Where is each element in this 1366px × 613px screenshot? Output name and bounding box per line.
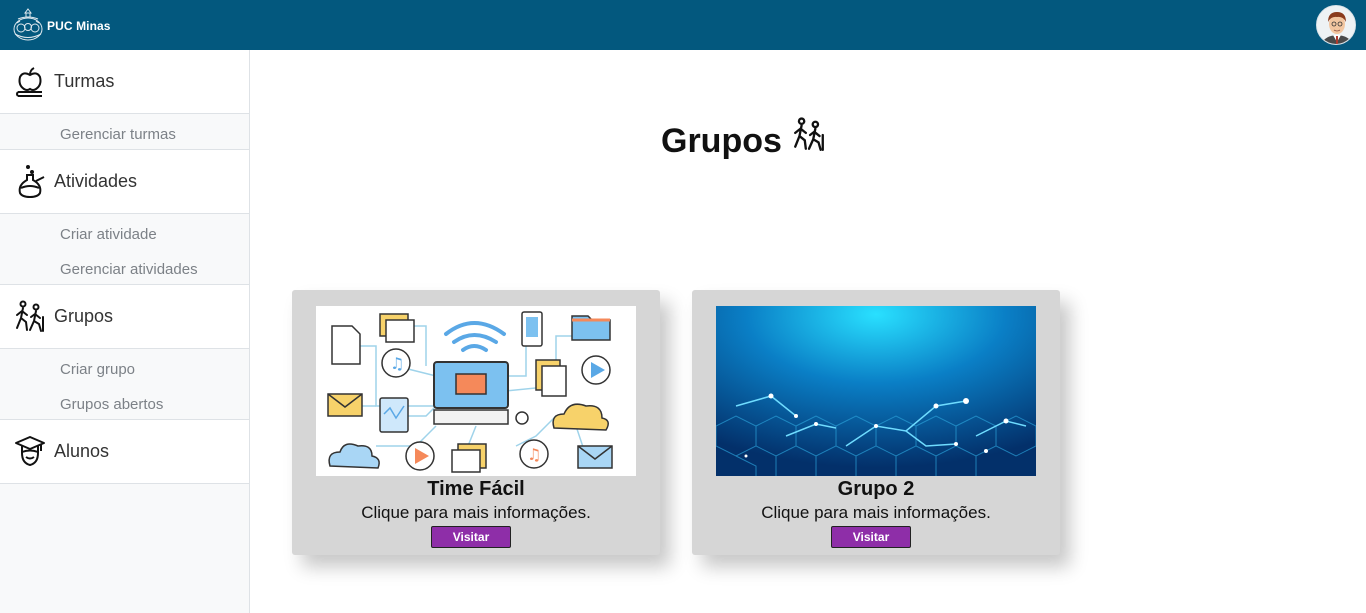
- page-title-text: Grupos: [661, 122, 782, 160]
- sidebar-submenu-turmas: Gerenciar turmas: [0, 114, 249, 150]
- sidebar: Turmas Gerenciar turmas Atividades Criar…: [0, 50, 250, 613]
- sidebar-item-criar-atividade[interactable]: Criar atividade: [0, 223, 249, 258]
- svg-text:♫: ♫: [527, 445, 541, 464]
- visit-button[interactable]: Visitar: [831, 526, 911, 548]
- flask-icon: [14, 164, 46, 199]
- graduate-icon: [14, 435, 46, 469]
- sidebar-section-grupos[interactable]: Grupos: [0, 285, 249, 349]
- sidebar-section-label: Turmas: [54, 71, 115, 91]
- sidebar-item-criar-grupo[interactable]: Criar grupo: [0, 358, 249, 393]
- card-title: Grupo 2: [837, 478, 915, 500]
- card-description: Clique para mais informações.: [761, 503, 991, 522]
- group-card[interactable]: Grupo 2 Clique para mais informações. Vi…: [692, 290, 1060, 555]
- sidebar-submenu-grupos: Criar grupo Grupos abertos: [0, 349, 249, 420]
- logo[interactable]: PUC Minas: [11, 7, 111, 42]
- card-description: Clique para mais informações.: [361, 503, 591, 522]
- user-avatar-icon[interactable]: [1316, 5, 1356, 45]
- apple-book-icon: [14, 65, 46, 99]
- top-bar: PUC Minas: [0, 0, 1366, 50]
- group-card[interactable]: ♫ ♫ Time Fácil Clique para mais informaç…: [292, 290, 660, 555]
- sidebar-section-alunos[interactable]: Alunos: [0, 420, 249, 484]
- sidebar-submenu-atividades: Criar atividade Gerenciar atividades: [0, 214, 249, 285]
- sidebar-section-label: Atividades: [54, 171, 138, 191]
- puc-seal-icon: [13, 8, 43, 41]
- hikers-icon: [793, 116, 824, 151]
- main-content: Grupos ♫ ♫ Time Fácil Clique para mais i…: [251, 50, 1366, 613]
- network-devices-illustration: ♫ ♫: [316, 306, 636, 476]
- sidebar-section-turmas[interactable]: Turmas: [0, 50, 249, 114]
- sidebar-section-label: Grupos: [54, 306, 114, 326]
- card-title: Time Fácil: [427, 478, 525, 500]
- sidebar-section-atividades[interactable]: Atividades: [0, 150, 249, 214]
- visit-button[interactable]: Visitar: [431, 526, 511, 548]
- hikers-icon: [14, 300, 46, 334]
- sidebar-section-label: Alunos: [54, 441, 110, 461]
- blue-tech-circuit-image: [716, 306, 1036, 476]
- page-title: Grupos: [661, 116, 826, 161]
- svg-text:♫: ♫: [390, 354, 404, 373]
- brand-name: PUC Minas: [47, 18, 111, 33]
